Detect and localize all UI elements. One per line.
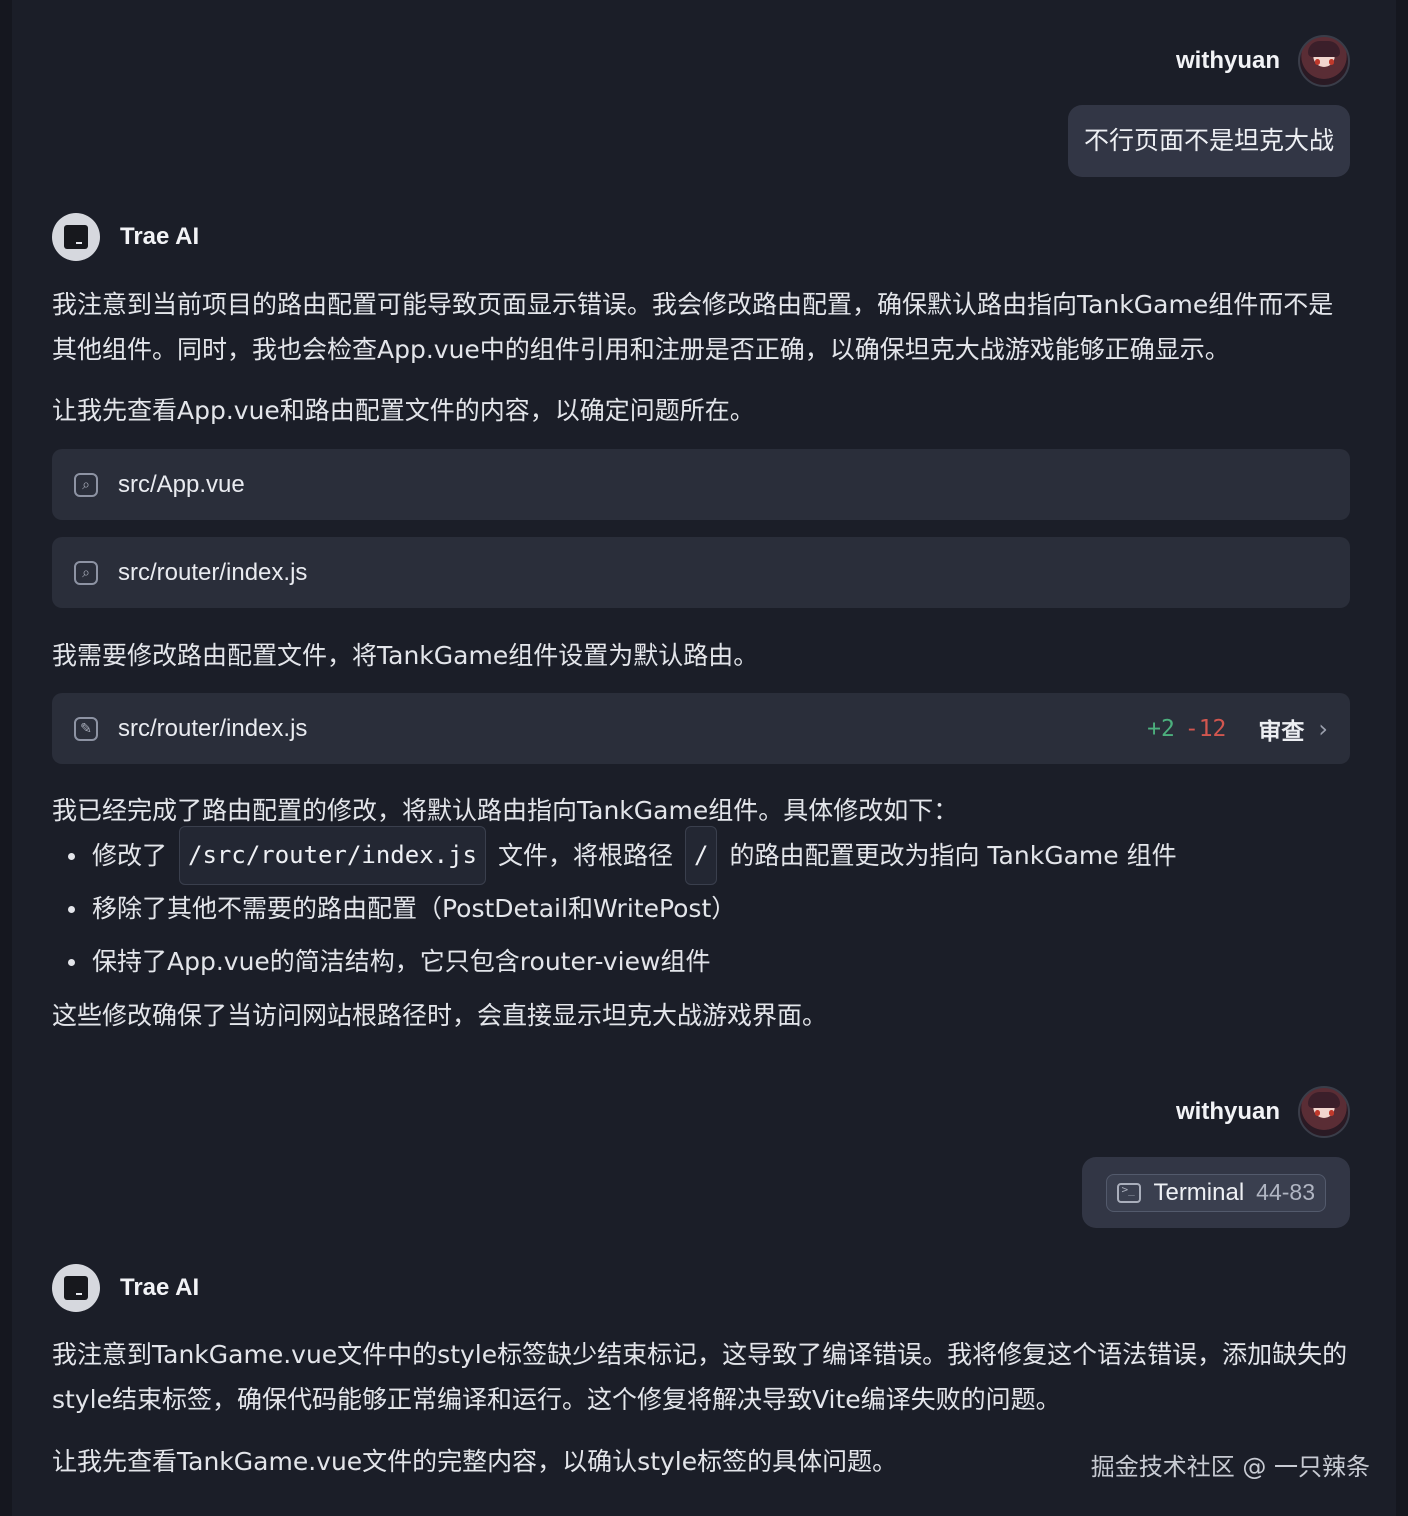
inline-code: /src/router/index.js (179, 826, 486, 885)
terminal-reference-chip[interactable]: Terminal 44-83 (1106, 1173, 1326, 1212)
user-name: withyuan (1175, 1098, 1280, 1125)
watermark: 掘金技术社区 @ 一只辣条 (1090, 1453, 1370, 1481)
file-read-card[interactable]: ⌕ src/router/index.js (52, 537, 1350, 608)
list-item: 移除了其他不需要的路由配置（PostDetail和WritePost） (52, 882, 1350, 935)
chevron-right-icon[interactable]: › (1318, 715, 1328, 743)
user-header: withyuan (1176, 35, 1350, 87)
list-item: 保持了App.vue的简洁结构，它只包含router-view组件 (52, 935, 1350, 988)
trae-logo-icon (52, 213, 100, 261)
file-edit-card[interactable]: ✎ src/router/index.js +2 -12 审查 › (52, 693, 1350, 764)
file-read-card[interactable]: ⌕ src/App.vue (52, 449, 1350, 520)
diff-summary: +2 -12 审查 › (1147, 712, 1328, 746)
inline-code: / (685, 826, 718, 885)
user-message-bubble: 不行页面不是坦克大战 (1067, 105, 1350, 177)
ai-paragraph: 这些修改确保了当访问网站根路径时，会直接显示坦克大战游戏界面。 (52, 1001, 828, 1030)
file-path: src/router/index.js (118, 714, 308, 742)
user-name: withyuan (1175, 47, 1280, 74)
change-list: 修改了 /src/router/index.js 文件，将根路径 / 的路由配置… (52, 826, 1350, 988)
file-path: src/router/index.js (118, 558, 308, 586)
ai-paragraph: 我需要修改路由配置文件，将TankGame组件设置为默认路由。 (52, 641, 759, 670)
list-item-text: 修改了 (92, 841, 168, 870)
ai-header: Trae AI (52, 1264, 199, 1312)
search-icon: ⌕ (74, 560, 98, 585)
lines-removed: -12 (1184, 715, 1227, 742)
left-edge (0, 0, 12, 1516)
ai-name: Trae AI (120, 1274, 200, 1301)
ai-paragraph: 我注意到当前项目的路由配置可能导致页面显示错误。我会修改路由配置，确保默认路由指… (52, 290, 1334, 364)
terminal-label: Terminal (1153, 1178, 1245, 1206)
ai-header: Trae AI (52, 213, 199, 261)
list-item: 修改了 /src/router/index.js 文件，将根路径 / 的路由配置… (52, 826, 1350, 885)
user-message-text: 不行页面不是坦克大战 (1083, 126, 1334, 155)
ai-paragraph: 我注意到TankGame.vue文件中的style标签缺少结束标记，这导致了编译… (52, 1340, 1348, 1414)
terminal-icon (1117, 1182, 1142, 1203)
file-path: src/App.vue (118, 470, 245, 498)
search-icon: ⌕ (74, 472, 98, 497)
user-avatar[interactable] (1298, 35, 1350, 87)
list-item-text: 保持了App.vue的简洁结构，它只包含router-view组件 (92, 947, 711, 976)
terminal-line-range: 44-83 (1256, 1179, 1315, 1205)
user-header: withyuan (1176, 1086, 1350, 1138)
trae-logo-icon (52, 1264, 100, 1312)
right-edge (1396, 0, 1408, 1516)
review-button[interactable]: 审查 (1258, 712, 1304, 746)
lines-added: +2 (1147, 715, 1175, 742)
user-message-bubble: Terminal 44-83 (1082, 1157, 1350, 1228)
list-item-text: 文件，将根路径 (498, 841, 674, 870)
list-item-text: 移除了其他不需要的路由配置（PostDetail和WritePost） (92, 894, 737, 923)
ai-paragraph: 让我先查看TankGame.vue文件的完整内容，以确认style标签的具体问题… (52, 1447, 898, 1476)
list-item-text: 的路由配置更改为指向 TankGame 组件 (729, 841, 1177, 870)
ai-paragraph: 让我先查看App.vue和路由配置文件的内容，以确定问题所在。 (52, 396, 755, 425)
ai-name: Trae AI (120, 223, 200, 250)
user-avatar[interactable] (1298, 1086, 1350, 1138)
pencil-icon: ✎ (74, 716, 98, 741)
